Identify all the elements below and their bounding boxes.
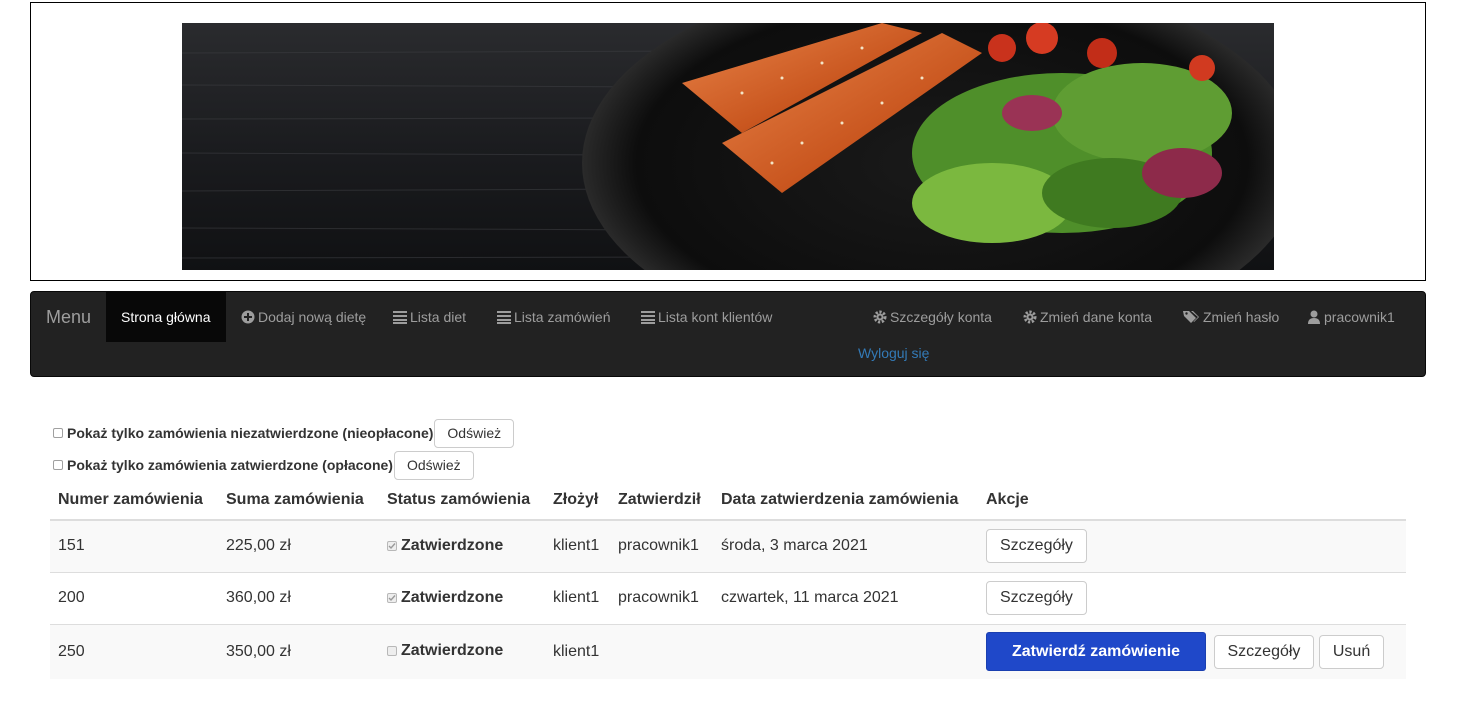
orders-table: Numer zamówienia Suma zamówienia Status … [50, 480, 1406, 679]
filter-approved-checkbox[interactable] [53, 460, 63, 470]
refresh-button[interactable]: Odśwież [434, 418, 515, 448]
list-icon [393, 311, 407, 324]
delete-button[interactable]: Usuń [1318, 635, 1385, 670]
navbar-brand[interactable]: Menu [46, 292, 91, 342]
nav-item-account-details[interactable]: Szczegóły konta [873, 292, 992, 342]
nav-item-home[interactable]: Strona główna [106, 292, 226, 342]
status-checkbox-checked [387, 541, 397, 552]
nav-item-client-accounts[interactable]: Lista kont klientów [641, 292, 772, 342]
column-header: Zatwierdził [610, 480, 713, 521]
order-sum: 350,00 zł [218, 623, 379, 679]
nav-item-add-diet[interactable]: Dodaj nową dietę [241, 292, 366, 342]
column-header: Status zamówienia [379, 480, 545, 521]
order-sum: 225,00 zł [218, 519, 379, 572]
order-status: Zatwierdzone [387, 589, 503, 607]
status-checkbox-checked [387, 593, 397, 603]
filter-unapproved: Pokaż tylko zamówienia niezatwierdzone (… [53, 418, 515, 448]
plus-circle-icon [241, 310, 255, 324]
order-approval-date [713, 623, 978, 679]
user-icon [1308, 310, 1320, 324]
status-checkbox-unchecked [387, 646, 397, 657]
order-sum: 360,00 zł [218, 571, 379, 624]
order-number: 200 [50, 571, 218, 624]
order-placed-by: klient1 [545, 623, 610, 679]
table-row: 151 225,00 zł Zatwierdzone klient1 praco… [50, 519, 1406, 572]
column-header: Suma zamówienia [218, 480, 379, 521]
details-button[interactable]: Szczegóły [986, 581, 1087, 615]
refresh-button[interactable]: Odśwież [393, 450, 474, 480]
table-row: 200 360,00 zł Zatwierdzone klient1 praco… [50, 571, 1406, 624]
order-approved-by [610, 623, 713, 679]
filter-unapproved-checkbox[interactable] [53, 428, 63, 438]
gear-icon [873, 310, 887, 324]
order-number: 250 [50, 623, 218, 679]
order-approved-by: pracownik1 [610, 519, 713, 572]
gear-icon [1023, 310, 1037, 324]
column-header: Akcje [978, 480, 1406, 521]
details-button[interactable]: Szczegóły [1213, 635, 1315, 670]
list-icon [641, 311, 655, 324]
approve-order-button[interactable]: Zatwierdź zamówienie [986, 632, 1207, 672]
banner-food-image [182, 23, 1274, 270]
order-approved-by: pracownik1 [610, 571, 713, 624]
column-header: Złożył [545, 480, 610, 521]
logout-link[interactable]: Wyloguj się [858, 342, 929, 364]
banner [30, 2, 1426, 281]
tags-icon [1183, 311, 1199, 323]
list-icon [497, 311, 511, 324]
nav-item-order-list[interactable]: Lista zamówień [497, 292, 611, 342]
order-status: Zatwierdzone [387, 537, 503, 555]
order-approval-date: środa, 3 marca 2021 [713, 519, 978, 572]
order-status: Zatwierdzone [387, 642, 503, 660]
nav-item-edit-account[interactable]: Zmień dane konta [1023, 292, 1152, 342]
check-icon [388, 595, 396, 602]
column-header: Data zatwierdzenia zamówienia [713, 480, 978, 521]
check-icon [388, 543, 396, 550]
order-approval-date: czwartek, 11 marca 2021 [713, 571, 978, 624]
column-header: Numer zamówienia [50, 480, 218, 521]
filter-approved: Pokaż tylko zamówienia zatwierdzone (opł… [53, 450, 474, 480]
nav-item-change-password[interactable]: Zmień hasło [1183, 292, 1279, 342]
filter-unapproved-label: Pokaż tylko zamówienia niezatwierdzone (… [67, 425, 434, 441]
table-header-row: Numer zamówienia Suma zamówienia Status … [50, 480, 1406, 521]
top-navbar: Menu Strona główna Dodaj nową dietę List… [30, 291, 1426, 377]
nav-item-user[interactable]: pracownik1 [1307, 292, 1395, 342]
order-placed-by: klient1 [545, 519, 610, 572]
filter-approved-label: Pokaż tylko zamówienia zatwierdzone (opł… [67, 457, 393, 473]
details-button[interactable]: Szczegóły [986, 529, 1087, 564]
order-placed-by: klient1 [545, 571, 610, 624]
nav-item-diet-list[interactable]: Lista diet [393, 292, 466, 342]
table-row: 250 350,00 zł Zatwierdzone klient1 Zatwi… [50, 623, 1406, 679]
order-number: 151 [50, 519, 218, 572]
